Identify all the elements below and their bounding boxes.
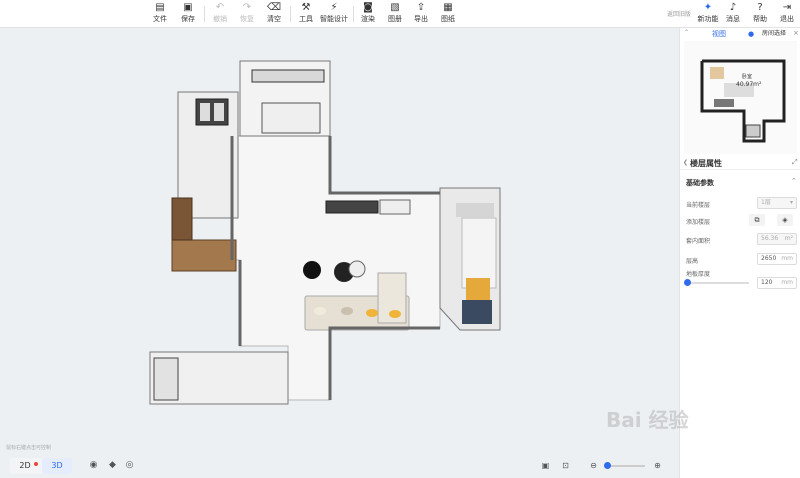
slab-thickness-slider[interactable] [687,282,749,284]
current-floor-label: 当前楼层 [686,202,711,209]
new-feature-icon: ✦ [703,2,713,13]
add-floor-label: 添加楼层 [686,219,711,226]
minimap-area-label: 40.97m² [736,81,762,88]
logout-button[interactable]: ⇥ 退出 [775,2,799,26]
zoom-in-icon[interactable]: ⊕ [652,460,663,471]
zoom-slider-thumb[interactable] [604,462,611,469]
room-select-icon: ● [748,30,755,38]
tab-view[interactable]: 视图 [712,29,726,39]
notification-dot [34,462,38,466]
wood-cabinet [171,239,237,272]
smart-design-button[interactable]: ⚡ 智能设计 [320,2,348,26]
slab-thickness-label: 地板厚度 [686,271,711,278]
bell-icon: ♪ [729,2,737,13]
drawings-icon: ▦ [443,2,453,13]
render-icon: ◙ [363,2,373,13]
tv-unit [325,200,379,214]
tab-room-select[interactable]: 房间选择 [762,29,786,39]
drawings-button[interactable]: ▦ 图纸 [436,2,460,26]
expand-icon[interactable]: ⤢ [792,158,798,167]
3d-canvas[interactable]: 鼠标右键点击可控制 [0,28,679,478]
floor-height-label: 层高 [686,258,699,265]
floor-height-input[interactable]: 2650 mm [757,253,797,265]
cube-icon[interactable]: ◆ [107,460,118,471]
undo-icon: ↶ [215,2,225,13]
slab-thickness-input[interactable]: 120 mm [757,277,797,289]
back-to-old-version-link[interactable]: 返回旧版 [667,9,691,18]
canvas-hint: 鼠标右键点击可控制 [6,445,52,451]
clear-icon: ⌫ [266,2,282,13]
floorplan-minimap[interactable]: 卧室 40.97m² [684,41,797,154]
file-button[interactable]: ▤ 文件 [148,2,172,26]
save-button[interactable]: ▣ 保存 [176,2,200,26]
minimap-drawing: 卧室 40.97m² [700,59,786,143]
camera-settings-icon[interactable]: ▣ [540,460,551,471]
save-icon: ▣ [183,2,193,13]
file-icon: ▤ [155,2,165,13]
add-floor-below-button[interactable]: ◈ [777,214,793,226]
slab-thickness-slider-thumb[interactable] [684,279,691,286]
properties-panel: ⌃ 视图 房间选择 ● × 卧室 40.97m² ❮ 楼层属性 ⤢ 基础参数 ⌃… [679,28,800,478]
help-icon: ? [757,2,763,13]
chevron-left-icon: ❮ [683,159,689,166]
tools-button[interactable]: ⚒ 工具 [294,2,318,26]
current-floor-select[interactable]: 1层 ▾ [757,197,797,209]
clear-button[interactable]: ⌫ 清空 [262,2,286,26]
view-3d-button[interactable]: 3D [42,458,72,474]
smart-design-icon: ⚡ [330,2,338,13]
add-floor-above-button[interactable]: ⧉ [749,214,765,226]
basic-params-title: 基础参数 [686,179,714,187]
fit-view-icon[interactable]: ⊡ [560,460,571,471]
eye-icon[interactable]: ◉ [88,460,99,471]
preview-tabs: ⌃ 视图 房间选择 ● × [680,28,800,40]
indoor-area-field: 56.36 m² [757,233,797,245]
view-mode-switch: 2D 3D [10,458,72,474]
zoom-out-icon[interactable]: ⊖ [588,460,599,471]
minimap-room-label: 卧室 [742,73,752,80]
tools-icon: ⚒ [301,2,311,13]
view-2d-button[interactable]: 2D [10,458,40,474]
top-toolbar: ▤ 文件 ▣ 保存 ↶ 撤销 ↷ 恢复 ⌫ 清空 ⚒ 工具 ⚡ 智能设计 ◙ 渲染 ▧ 图册 ⇪ 导… [0,0,800,28]
chevron-down-icon: ▾ [789,199,793,206]
logout-icon: ⇥ [782,2,792,13]
close-icon[interactable]: × [793,29,799,37]
watermark-logo: Bai 经验 [606,408,689,432]
indoor-area-label: 套内面积 [686,238,711,245]
export-icon: ⇪ [416,2,426,13]
album-icon: ▧ [390,2,400,13]
collapse-icon[interactable]: ⌃ [684,29,689,36]
palette-icon[interactable]: ◎ [124,460,135,471]
floor-properties-header[interactable]: ❮ 楼层属性 ⤢ [680,156,800,170]
chevron-up-icon[interactable]: ⌃ [791,177,797,185]
coffee-table [303,261,321,279]
floorplan-3d-model [149,60,501,405]
zoom-slider[interactable] [605,465,645,467]
redo-icon: ↷ [242,2,252,13]
north-window [251,69,325,83]
